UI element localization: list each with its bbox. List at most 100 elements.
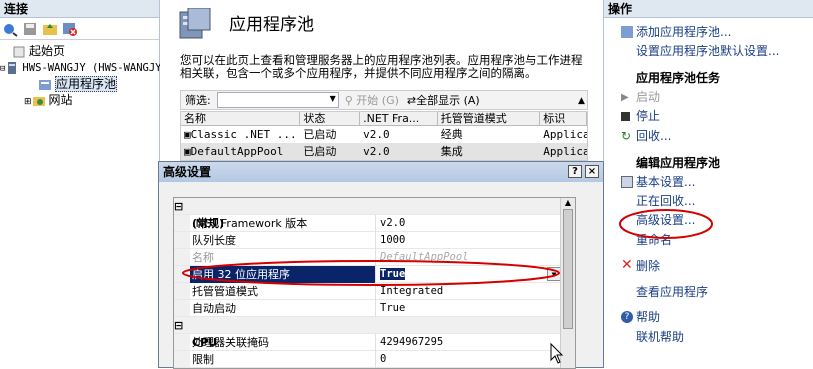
value-dropdown-icon[interactable]: ▼: [547, 267, 561, 281]
property-name: 队列长度: [190, 232, 376, 249]
grid-header: 名称 状态 .NET Fra... 托管管道模式 标识: [181, 112, 588, 126]
property-value[interactable]: 0: [377, 351, 575, 368]
delete-link[interactable]: ✕ 删除: [621, 257, 660, 275]
cell-pipeline: 经典: [440, 128, 463, 141]
property-row[interactable]: 自动启动 True: [174, 300, 575, 317]
scroll-up-arrow-icon[interactable]: ▲: [561, 198, 575, 207]
recycling-link[interactable]: 正在回收...: [636, 193, 695, 210]
app-pools-grid: 名称 状态 .NET Fra... 托管管道模式 标识 ▣Classic .NE…: [180, 111, 588, 161]
delete-icon: ✕: [621, 257, 633, 273]
table-row[interactable]: ▣DefaultAppPool 已启动 v2.0 集成 Applica: [181, 143, 587, 160]
set-defaults-link[interactable]: 设置应用程序池默认设置...: [636, 43, 779, 60]
property-name: .NET Framework 版本: [190, 215, 376, 232]
filter-input[interactable]: ▼: [216, 92, 339, 108]
column-header-dotnet[interactable]: .NET Fra...: [360, 112, 438, 125]
remove-connection-icon[interactable]: [62, 21, 78, 37]
column-header-identity[interactable]: 标识: [540, 112, 588, 125]
column-header-name[interactable]: 名称: [181, 112, 301, 125]
help-icon: ?: [621, 311, 633, 323]
basic-settings-link[interactable]: 基本设置...: [621, 174, 695, 191]
show-all-button[interactable]: ⇄全部显示 (A): [407, 92, 480, 108]
help-link[interactable]: ? 帮助: [621, 309, 660, 326]
property-name: 自动启动: [190, 300, 376, 317]
property-scrollbar[interactable]: ▲: [560, 198, 575, 368]
property-row[interactable]: .NET Framework 版本 v2.0: [174, 215, 575, 232]
advanced-settings-dialog: 高级设置 ? × ⊟ (常规) .NET Framework 版本 v2.0 队列长度…: [158, 161, 604, 369]
cell-identity: Applica: [543, 128, 587, 141]
recycle-icon: ↻: [621, 129, 632, 143]
connect-icon[interactable]: [2, 21, 18, 37]
play-icon: ▶: [621, 92, 629, 103]
property-name: 托管管道模式: [190, 283, 376, 300]
online-help-link[interactable]: 联机帮助: [636, 329, 684, 346]
add-app-pool-link[interactable]: 添加应用程序池...: [621, 24, 731, 41]
collapse-icon[interactable]: ⊟: [174, 319, 183, 332]
app-pool-icon: ▣: [184, 145, 191, 158]
dialog-title: 高级设置: [163, 165, 212, 179]
cell-identity: Applica: [543, 145, 587, 158]
app-pool-icon: ▣: [184, 128, 191, 141]
cell-status: 已启动: [303, 145, 337, 158]
property-grid: ⊟ (常规) .NET Framework 版本 v2.0 队列长度 1000 名称 Def…: [173, 197, 576, 369]
connections-header: 连接: [0, 0, 159, 18]
scroll-thumb[interactable]: [563, 209, 573, 329]
recycle-link[interactable]: ↻ 回收...: [621, 128, 671, 145]
property-value[interactable]: DefaultAppPool: [377, 249, 575, 266]
app-pool-tasks-header: 应用程序池任务: [636, 71, 721, 85]
property-value[interactable]: Integrated: [377, 283, 575, 300]
rename-link[interactable]: 重命名: [636, 232, 672, 249]
table-row[interactable]: ▣Classic .NET ... 已启动 v2.0 经典 Applica: [181, 126, 587, 143]
tree-item-app-pools[interactable]: 应用程序池: [38, 76, 118, 93]
filter-label: 筛选:: [185, 94, 211, 107]
filter-dropdown-icon[interactable]: ▼: [330, 94, 336, 103]
tree-item-label: 网站: [48, 93, 73, 107]
add-icon: [621, 26, 633, 38]
settings-icon: [621, 176, 633, 188]
property-value[interactable]: True: [377, 300, 575, 317]
save-icon[interactable]: [22, 21, 38, 37]
edit-app-pool-header: 编辑应用程序池: [636, 156, 721, 170]
property-value[interactable]: v2.0: [377, 215, 575, 232]
server-icon: [5, 62, 19, 74]
actions-header: 操作: [604, 0, 813, 18]
cell-dotnet: v2.0: [363, 145, 390, 158]
close-button[interactable]: ×: [585, 165, 599, 178]
cell-pipeline: 集成: [440, 145, 463, 158]
column-header-status[interactable]: 状态: [300, 112, 361, 125]
scroll-up-icon[interactable]: ▲: [578, 96, 585, 106]
filter-bar: 筛选: ▼ ⚲ 开始 (G) ⇄全部显示 (A): [180, 90, 588, 110]
tree-item-label: 应用程序池: [55, 76, 118, 92]
dialog-title-bar[interactable]: 高级设置 ? ×: [159, 162, 603, 182]
connections-toolbar: [0, 18, 159, 40]
stop-link[interactable]: 停止: [621, 108, 660, 125]
cell-name: ▣Classic .NET ...: [184, 128, 297, 141]
column-header-pipeline[interactable]: 托管管道模式: [438, 112, 541, 125]
help-button[interactable]: ?: [568, 165, 582, 178]
property-value[interactable]: 1000: [377, 232, 575, 249]
property-row[interactable]: 托管管道模式 Integrated: [174, 283, 575, 300]
property-value[interactable]: True ▼: [377, 266, 575, 283]
up-level-icon[interactable]: [42, 21, 58, 37]
property-category[interactable]: ⊟ (常规): [174, 198, 575, 230]
binoculars-icon: ⚲: [344, 94, 353, 107]
start-link: ▶ 启动: [621, 90, 661, 104]
connections-pane: 连接 起始页 ⊟ HWS-WANGJY (HWS-WANGJY\Administr…: [0, 0, 256, 368]
start-filter-button[interactable]: ⚲ 开始 (G): [345, 92, 399, 108]
page-description: 您可以在此页上查看和管理服务器上的应用程序池列表。应用程序池与工作进程相关联，包…: [180, 53, 583, 80]
advanced-settings-link[interactable]: 高级设置...: [636, 212, 695, 229]
view-applications-link[interactable]: 查看应用程序: [636, 284, 708, 301]
property-row[interactable]: 启用 32 位应用程序 True ▼: [174, 266, 575, 283]
start-page-icon: [12, 46, 26, 58]
property-category[interactable]: ⊟ CPU: [174, 317, 575, 349]
app-pools-page-icon: [178, 7, 212, 43]
property-row[interactable]: 限制 0: [174, 351, 575, 368]
property-value[interactable]: 4294967295: [377, 334, 575, 351]
tree-item-start-page[interactable]: 起始页: [12, 43, 65, 60]
show-all-icon: ⇄: [406, 94, 417, 107]
tree-item-sites[interactable]: ⊞ 网站: [24, 92, 73, 109]
page-title: 应用程序池: [229, 15, 314, 35]
collapse-icon[interactable]: ⊟: [174, 200, 183, 213]
property-row[interactable]: 名称 DefaultAppPool: [174, 249, 575, 266]
property-row[interactable]: 处理器关联掩码 4294967295: [174, 334, 575, 351]
property-row[interactable]: 队列长度 1000: [174, 232, 575, 249]
